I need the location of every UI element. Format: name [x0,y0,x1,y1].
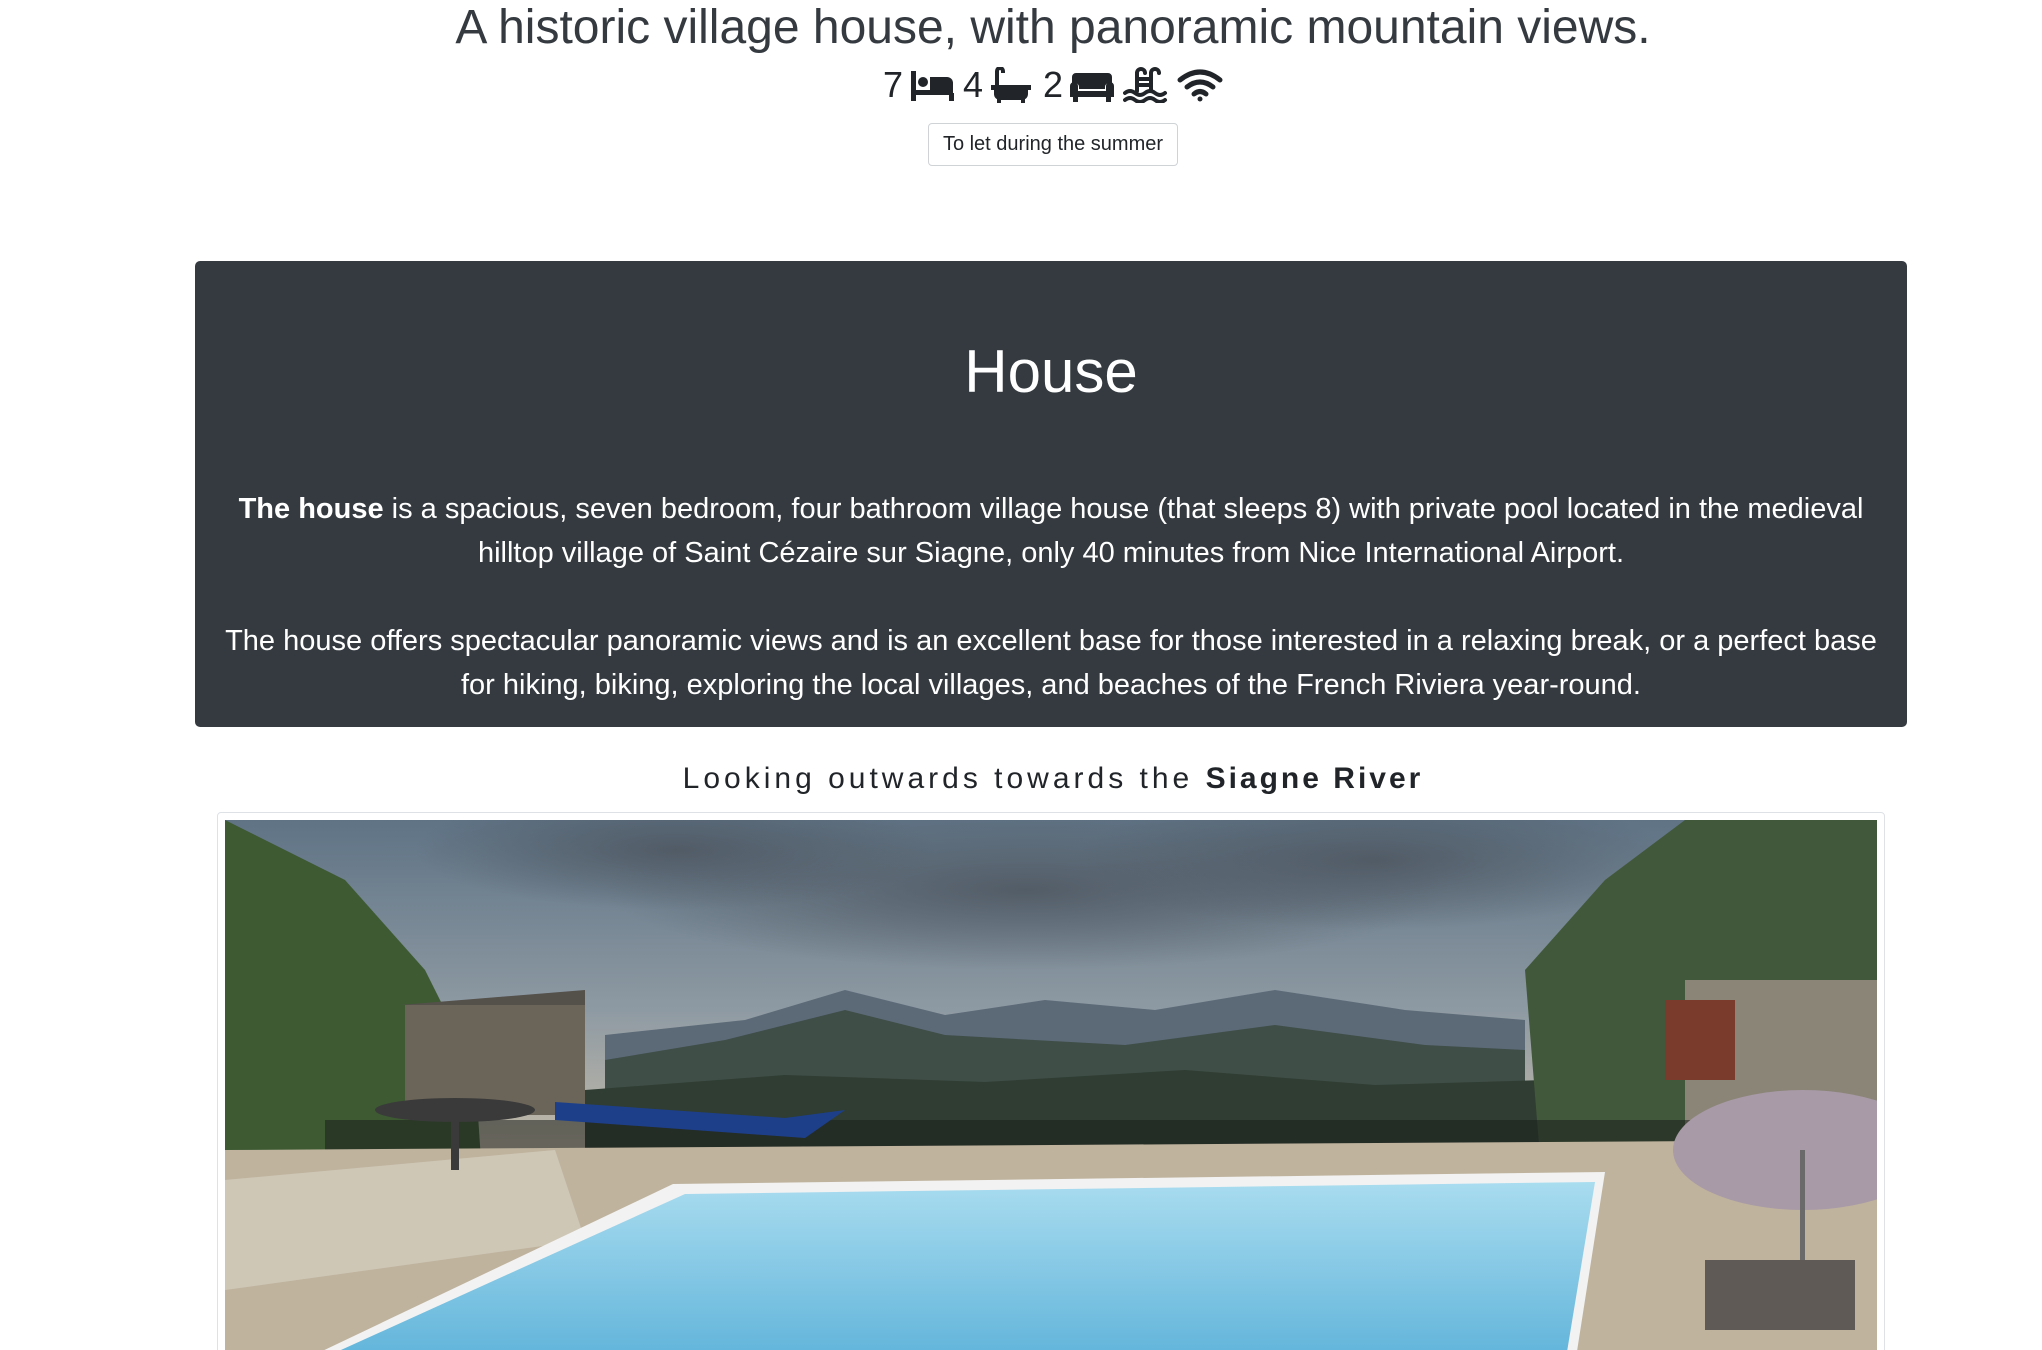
caption-river: Siagne River [1205,762,1424,795]
bed-icon [910,71,954,101]
panorama-photo-frame [217,812,1885,1350]
page-headline: A historic village house, with panoramic… [455,1,1651,54]
panorama-photo [225,820,1877,1350]
living-amenity: 2 [1043,64,1115,106]
house-description-bold: The house [238,493,384,525]
wifi-icon [1177,69,1223,102]
bedrooms-count: 7 [882,64,903,105]
pool-amenity [1123,67,1169,103]
amenities-row: 7 4 2 [0,64,2042,106]
house-description-1: The house is a spacious, seven bedroom, … [221,487,1881,575]
bathrooms-count: 4 [962,64,984,105]
bathrooms-amenity: 4 [963,64,1035,106]
caption-prefix: Looking outwards towards the [682,762,1206,795]
availability-badge: To let during the summer [927,123,1179,166]
living-count: 2 [1043,64,1064,105]
house-card: House The house is a spacious, seven bed… [195,261,1907,727]
photo-caption: Looking outwards towards the Siagne Rive… [0,762,2042,796]
bedrooms-amenity: 7 [883,64,955,106]
sofa-icon [1070,73,1115,102]
house-description-2: The house offers spectacular panoramic v… [225,625,1877,701]
page: A historic village house, with panoramic… [0,0,2042,1350]
wifi-amenity [1177,67,1223,103]
panorama-illustration [225,820,1877,1350]
house-description-1-text: is a spacious, seven bedroom, four bathr… [383,493,1864,569]
pool-icon [1123,67,1168,103]
bath-icon [991,67,1032,103]
house-title: House [964,338,1138,405]
badge-wrapper: To let during the summer [0,123,2042,166]
